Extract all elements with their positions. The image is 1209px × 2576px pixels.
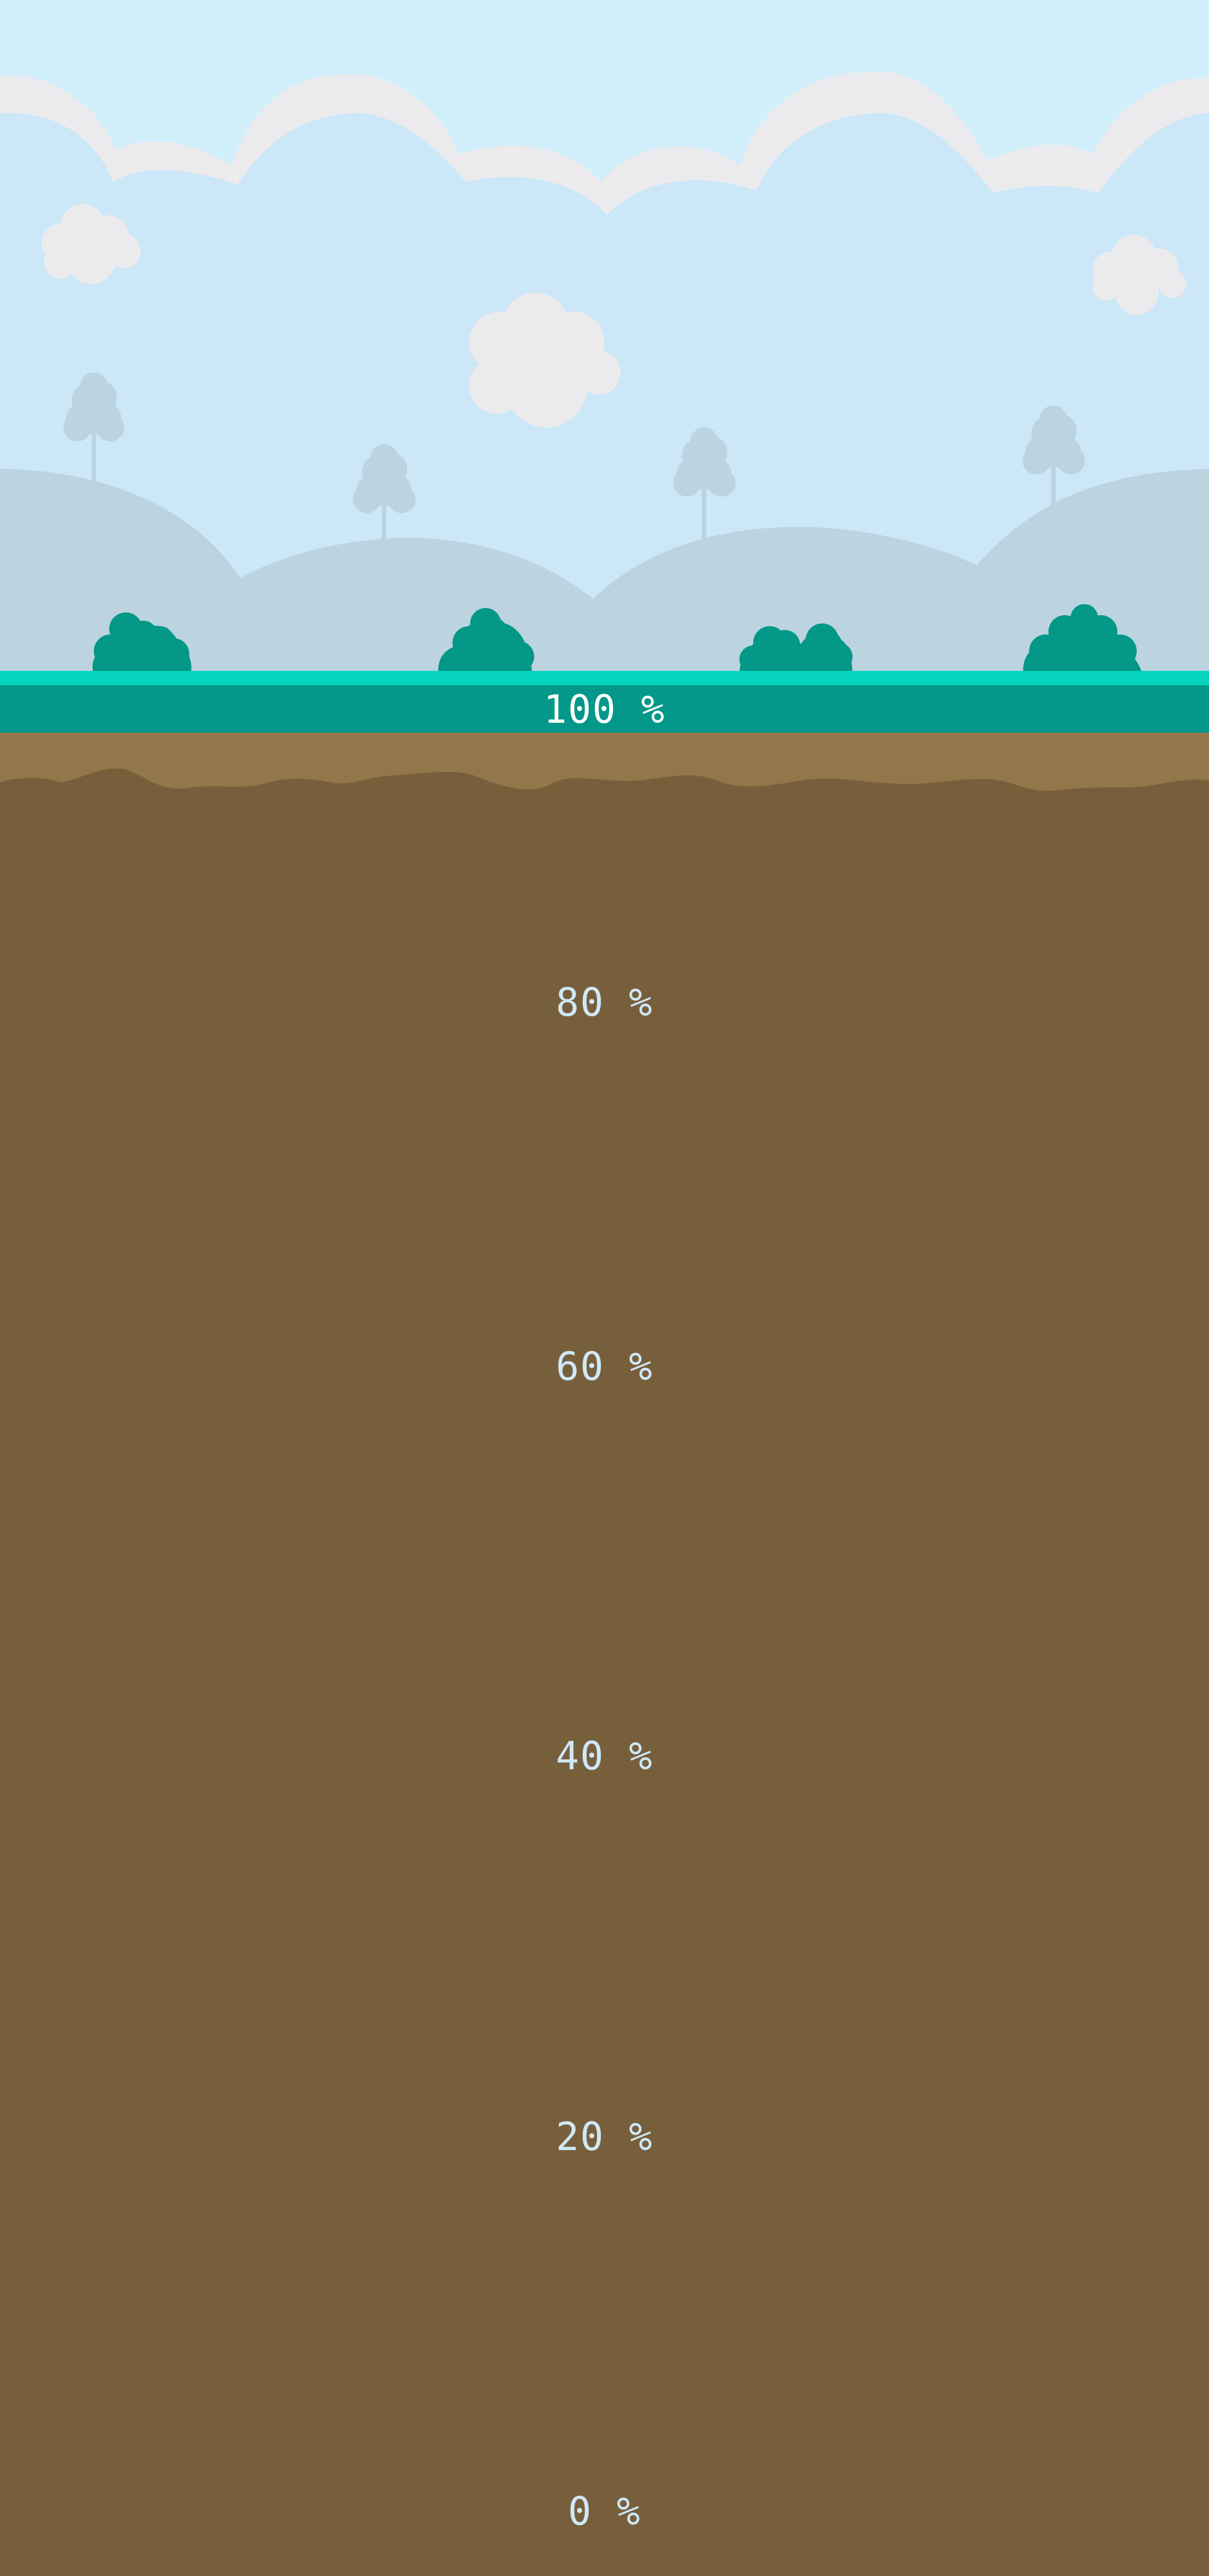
depth-marker-100: 100 % (544, 687, 665, 732)
depth-marker-20: 20 % (556, 2114, 653, 2159)
game-scene (0, 0, 1209, 2576)
depth-marker-0: 0 % (568, 2489, 641, 2534)
depth-marker-40: 40 % (556, 1734, 653, 1779)
soil (0, 768, 1209, 2576)
depth-marker-60: 60 % (556, 1344, 653, 1389)
grass-highlight (0, 671, 1209, 685)
depth-marker-80: 80 % (556, 980, 653, 1025)
